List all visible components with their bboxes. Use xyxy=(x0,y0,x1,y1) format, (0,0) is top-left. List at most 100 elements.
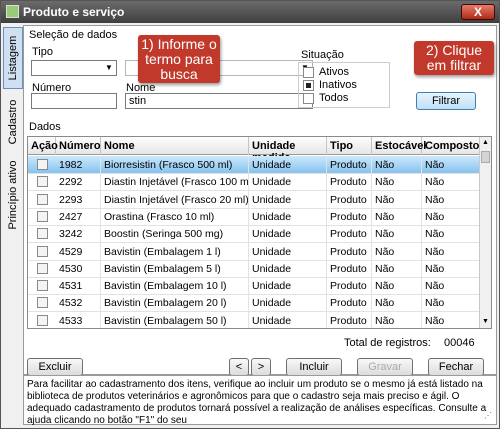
cell-estocavel: Não xyxy=(372,242,422,261)
row-checkbox[interactable] xyxy=(37,193,48,205)
cell-estocavel: Não xyxy=(372,225,422,244)
table-row[interactable]: 4531 Bavistin (Embalagem 10 l) Unidade Prod… xyxy=(28,277,481,296)
cell-tipo: Produto xyxy=(327,242,372,261)
table-row[interactable]: 2293 Diastin Injetável (Frasco 20 ml) Unid… xyxy=(28,190,481,209)
gravar-button[interactable]: Gravar xyxy=(357,358,413,376)
table-row[interactable]: 4533 Bavistin (Embalagem 50 l) Unidade Prod… xyxy=(28,311,481,328)
cell-tipo: Produto xyxy=(327,311,372,328)
col-tipo[interactable]: Tipo xyxy=(327,137,372,155)
row-checkbox[interactable] xyxy=(37,314,48,326)
row-checkbox[interactable] xyxy=(37,280,48,292)
tipo-label: Tipo xyxy=(32,46,53,58)
cell-estocavel: Não xyxy=(372,294,422,313)
selected-dot-icon xyxy=(306,83,311,88)
dados-heading: Dados xyxy=(29,121,61,133)
scroll-thumb[interactable] xyxy=(481,151,490,163)
scroll-up-icon[interactable]: ▲ xyxy=(480,137,491,149)
resize-grip-icon[interactable]: ⋰ xyxy=(484,410,492,422)
scroll-down-icon[interactable]: ▼ xyxy=(480,316,491,328)
cell-nome: Bavistin (Embalagem 50 l) xyxy=(101,311,249,328)
row-checkbox[interactable] xyxy=(37,210,48,222)
dados-table: Ação Número Nome Unidade medida Tipo Est… xyxy=(27,136,492,329)
inativos-label: Inativos xyxy=(319,79,357,91)
col-estocavel[interactable]: Estocável xyxy=(372,137,426,155)
cell-unidade: Unidade xyxy=(249,207,327,226)
ativos-radio[interactable] xyxy=(303,67,314,78)
situacao-inativos[interactable]: Inativos xyxy=(303,79,383,92)
fechar-button[interactable]: Fechar xyxy=(428,358,484,376)
table-header: Ação Número Nome Unidade medida Tipo Est… xyxy=(28,137,491,164)
cell-estocavel: Não xyxy=(372,190,422,209)
help-text: Para facilitar ao cadastramento dos iten… xyxy=(27,379,487,426)
row-checkbox[interactable] xyxy=(37,297,48,309)
row-checkbox[interactable] xyxy=(37,228,48,240)
numero-input[interactable] xyxy=(31,93,117,109)
cell-numero: 4532 xyxy=(56,294,101,313)
row-checkbox[interactable] xyxy=(37,262,48,274)
situacao-group: Ativos Inativos Todos xyxy=(298,62,390,108)
cell-composto: Não xyxy=(422,259,481,278)
todos-label: Todos xyxy=(319,92,349,104)
situacao-todos[interactable]: Todos xyxy=(303,92,383,105)
table-row[interactable]: 1982 Biorresistin (Frasco 500 ml) Unidade P… xyxy=(28,156,481,174)
cell-numero: 2427 xyxy=(56,207,101,226)
cell-unidade: Unidade xyxy=(249,311,327,328)
cell-composto: Não xyxy=(422,156,481,174)
cell-tipo: Produto xyxy=(327,294,372,313)
table-row[interactable]: 4532 Bavistin (Embalagem 20 l) Unidade Prod… xyxy=(28,294,481,313)
tab-listagem[interactable]: Listagem xyxy=(3,27,23,89)
cell-nome: Bavistin (Embalagem 10 l) xyxy=(101,277,249,296)
tab-principio-ativo-label: Princípio ativo xyxy=(7,160,19,230)
tab-principio-ativo[interactable]: Princípio ativo xyxy=(3,155,23,235)
cell-nome: Diastin Injetável (Frasco 20 ml) xyxy=(101,190,249,209)
table-row[interactable]: 2292 Diastin Injetável (Frasco 100 ml) Uni… xyxy=(28,173,481,192)
cell-unidade: Unidade xyxy=(249,242,327,261)
col-acao[interactable]: Ação xyxy=(28,137,58,155)
cell-composto: Não xyxy=(422,294,481,313)
nome-input[interactable]: stin xyxy=(125,93,313,109)
cell-nome: Bavistin (Embalagem 1 l) xyxy=(101,242,249,261)
row-checkbox[interactable] xyxy=(37,245,48,257)
cell-numero: 4530 xyxy=(56,259,101,278)
nome-value: stin xyxy=(129,95,147,107)
cell-numero: 2292 xyxy=(56,173,101,192)
inativos-radio[interactable] xyxy=(303,80,314,91)
tipo-select[interactable]: ▼ xyxy=(31,60,117,76)
cell-nome: Diastin Injetável (Frasco 100 ml) xyxy=(101,173,249,192)
cell-numero: 4531 xyxy=(56,277,101,296)
cell-composto: Não xyxy=(422,190,481,209)
listagem-panel: Seleção de dados Tipo ▼ ▼ Número Nome st… xyxy=(23,25,497,376)
filtrar-button[interactable]: Filtrar xyxy=(416,92,476,110)
cell-tipo: Produto xyxy=(327,173,372,192)
side-tabs: Listagem Cadastro Princípio ativo xyxy=(3,27,23,377)
cell-unidade: Unidade xyxy=(249,294,327,313)
row-checkbox[interactable] xyxy=(37,176,48,188)
cell-tipo: Produto xyxy=(327,190,372,209)
table-row[interactable]: 3242 Boostin (Seringa 500 mg) Unidade Produ… xyxy=(28,225,481,244)
vertical-scrollbar[interactable]: ▲ ▼ xyxy=(479,137,491,328)
cell-numero: 2293 xyxy=(56,190,101,209)
table-row[interactable]: 2427 Orastina (Frasco 10 ml) Unidade Produt… xyxy=(28,207,481,226)
title-bar: Produto e serviço X xyxy=(1,1,499,23)
cell-estocavel: Não xyxy=(372,207,422,226)
cell-tipo: Produto xyxy=(327,225,372,244)
incluir-button[interactable]: Incluir xyxy=(286,358,342,376)
next-button[interactable]: > xyxy=(251,358,271,376)
excluir-button[interactable]: Excluir xyxy=(27,358,83,376)
help-panel: Para facilitar ao cadastramento dos iten… xyxy=(23,375,497,426)
table-row[interactable]: 4529 Bavistin (Embalagem 1 l) Unidade Produ… xyxy=(28,242,481,261)
close-button[interactable]: X xyxy=(461,4,495,20)
cell-unidade: Unidade xyxy=(249,277,327,296)
col-numero[interactable]: Número xyxy=(56,137,101,155)
cell-composto: Não xyxy=(422,311,481,328)
prev-button[interactable]: < xyxy=(229,358,249,376)
cell-numero: 3242 xyxy=(56,225,101,244)
col-unidade[interactable]: Unidade medida xyxy=(249,137,327,164)
table-row[interactable]: 4530 Bavistin (Embalagem 5 l) Unidade Produ… xyxy=(28,259,481,278)
row-checkbox[interactable] xyxy=(37,159,48,170)
tab-cadastro[interactable]: Cadastro xyxy=(3,91,23,153)
todos-radio[interactable] xyxy=(303,93,314,104)
col-nome[interactable]: Nome xyxy=(101,137,249,155)
app-icon xyxy=(6,5,19,18)
situacao-ativos[interactable]: Ativos xyxy=(303,66,383,79)
